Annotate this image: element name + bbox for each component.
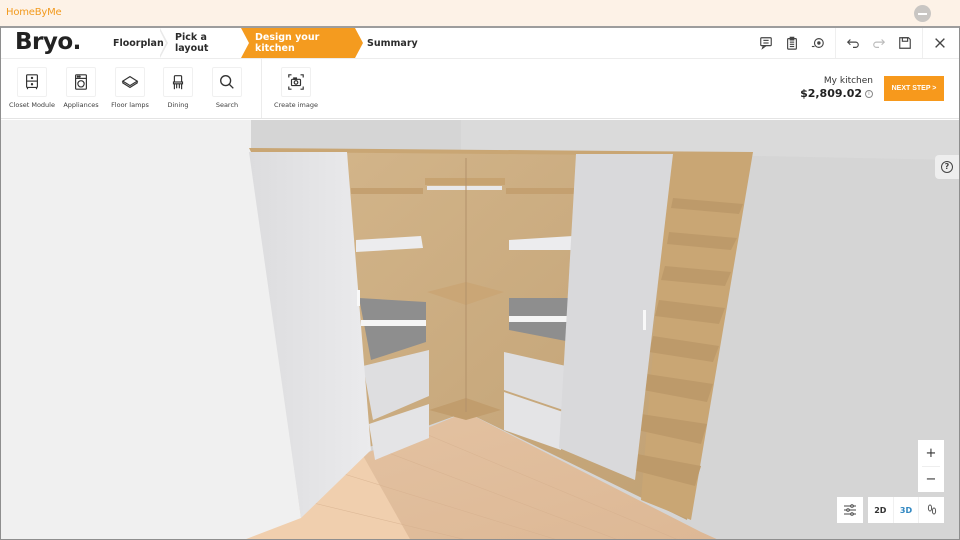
help-icon: ?	[941, 161, 953, 173]
step-floorplan[interactable]: Floorplan	[101, 28, 168, 58]
zoom-out-button[interactable]: −	[918, 467, 944, 492]
3d-viewport[interactable]: ? + − 2D 3D	[1, 120, 959, 539]
tool-search[interactable]: Search	[202, 67, 252, 109]
divider	[922, 28, 923, 58]
tool-label: Appliances	[63, 101, 99, 109]
project-name: My kitchen	[823, 76, 873, 86]
search-icon	[212, 67, 242, 97]
washing-machine-icon	[66, 67, 96, 97]
help-button[interactable]: ?	[935, 155, 959, 179]
total-price: $2,809.02 i	[800, 87, 873, 100]
catalog-toolbar: Closet Module Appliances Floor lamps Din…	[1, 59, 959, 119]
zoom-control: + −	[918, 440, 944, 492]
view-mode-switch: 2D 3D	[868, 497, 944, 523]
scene-render	[1, 120, 959, 539]
step-label: Pick a layout	[175, 32, 209, 54]
tool-label: Dining	[167, 101, 189, 109]
save-icon[interactable]	[892, 28, 918, 58]
brand-logo: Bryo.	[15, 29, 81, 55]
cabinet-icon	[17, 67, 47, 97]
top-navigation: Bryo. Floorplan Pick a layout Design you…	[1, 28, 959, 59]
price-value: $2,809.02	[800, 87, 862, 100]
tool-dining[interactable]: Dining	[153, 67, 203, 109]
step-label: Design your kitchen	[255, 32, 320, 54]
step-breadcrumb: Floorplan Pick a layout Design your kitc…	[101, 28, 425, 58]
view-2d-button[interactable]: 2D	[868, 497, 894, 523]
clipboard-icon[interactable]	[779, 28, 805, 58]
window-titlebar: HomeByMe	[0, 0, 960, 26]
app-window: Bryo. Floorplan Pick a layout Design you…	[0, 26, 960, 540]
undo-icon[interactable]	[840, 28, 866, 58]
tool-floor-lamps[interactable]: Floor lamps	[105, 67, 155, 109]
tool-label: Search	[215, 101, 239, 109]
divider	[261, 59, 262, 118]
header-tools	[753, 28, 959, 58]
step-label: Summary	[367, 37, 418, 49]
next-step-button[interactable]: NEXT STEP >	[884, 76, 944, 101]
close-icon[interactable]	[927, 28, 953, 58]
info-icon[interactable]: i	[865, 90, 873, 98]
minimize-icon[interactable]	[914, 5, 931, 22]
floor-tile-icon	[115, 67, 145, 97]
step-summary[interactable]: Summary	[355, 28, 425, 58]
redo-icon[interactable]	[866, 28, 892, 58]
zoom-in-button[interactable]: +	[918, 440, 944, 466]
price-summary: My kitchen $2,809.02 i	[800, 76, 873, 100]
view-3d-button[interactable]: 3D	[894, 497, 920, 523]
app-title: HomeByMe	[6, 7, 62, 18]
step-label: Floorplan	[113, 37, 164, 49]
display-settings-button[interactable]	[837, 497, 863, 523]
tool-label: Closet Module	[9, 101, 55, 109]
tool-label: Floor lamps	[111, 101, 149, 109]
tape-measure-icon[interactable]	[805, 28, 831, 58]
chair-icon	[163, 67, 193, 97]
camera-icon	[281, 67, 311, 97]
sliders-icon	[844, 504, 856, 516]
tool-label: Create image	[274, 101, 318, 109]
tool-appliances[interactable]: Appliances	[56, 67, 106, 109]
step-design-kitchen[interactable]: Design your kitchen	[241, 28, 363, 58]
step-pick-layout[interactable]: Pick a layout	[161, 28, 241, 58]
tool-create-image[interactable]: Create image	[271, 67, 321, 109]
walk-mode-button[interactable]	[919, 497, 944, 523]
tool-closet-module[interactable]: Closet Module	[7, 67, 57, 109]
footprints-icon	[927, 504, 936, 515]
comment-icon[interactable]	[753, 28, 779, 58]
divider	[835, 28, 836, 58]
